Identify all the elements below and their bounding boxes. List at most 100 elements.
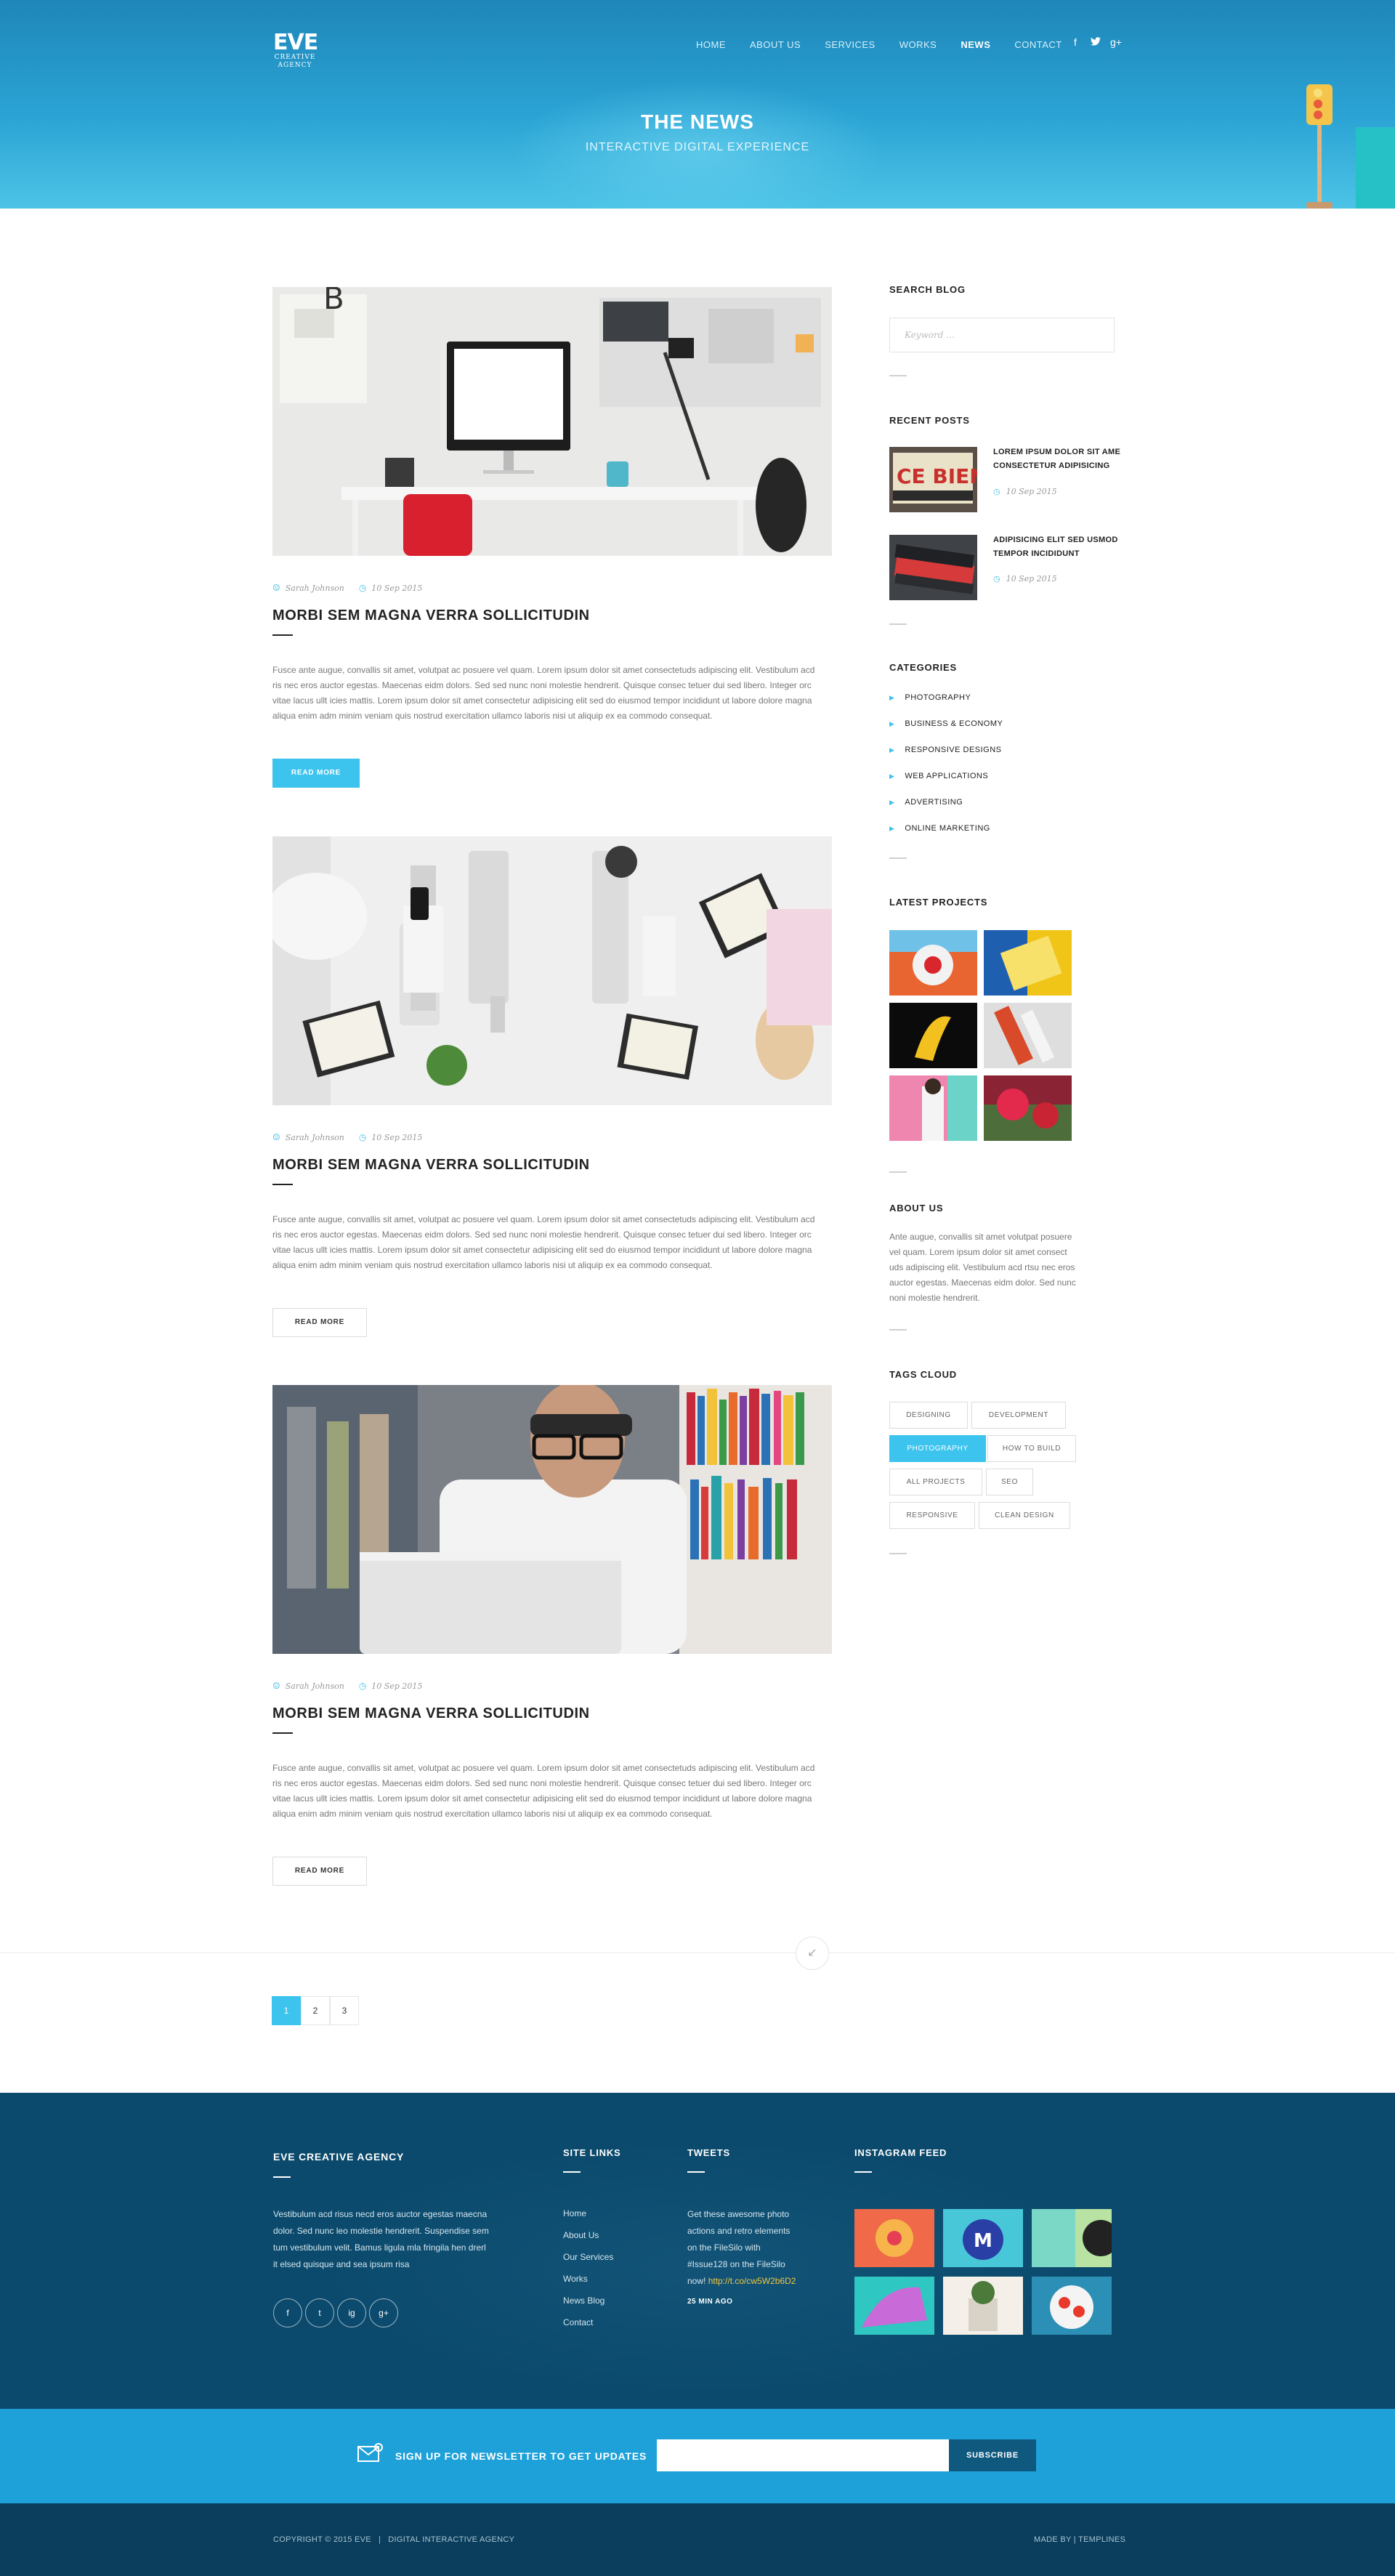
recent-post-title[interactable]: LOREM IPSUM DOLOR SIT AME CONSECTETUR ADI…: [993, 445, 1124, 473]
post-image-man-laptop[interactable]: [272, 1385, 832, 1654]
category-item[interactable]: ▶ WEB APPLICATIONS: [889, 772, 988, 780]
nav-works[interactable]: WORKS: [899, 39, 937, 50]
read-more-button[interactable]: READ MORE: [272, 1308, 367, 1337]
post-author[interactable]: Sarah Johnson: [286, 1133, 344, 1142]
tag-clean-design[interactable]: CLEAN DESIGN: [979, 1502, 1070, 1529]
tag-photography[interactable]: PHOTOGRAPHY: [889, 1435, 986, 1462]
latest-projects-heading: LATEST PROJECTS: [889, 897, 988, 908]
nav-services[interactable]: SERVICES: [825, 39, 876, 50]
clock-icon: ◷: [993, 574, 1000, 584]
clock-icon: ◷: [993, 487, 1000, 496]
search-blog-heading: SEARCH BLOG: [889, 284, 966, 295]
nav-home[interactable]: HOME: [696, 39, 726, 50]
envelope-icon: [357, 2442, 384, 2463]
caret-right-icon: ▶: [889, 719, 895, 727]
category-item[interactable]: ▶ ONLINE MARKETING: [889, 824, 990, 833]
instagram-thumbnail[interactable]: [854, 2209, 934, 2267]
footer-agency-text: Vestibulum acd risus necd eros auctor eg…: [273, 2209, 489, 2269]
footer-link-services[interactable]: Our Services: [563, 2252, 613, 2262]
project-thumbnail[interactable]: [889, 1075, 977, 1141]
footer-heading-underline: [854, 2171, 872, 2173]
post-excerpt: Fusce ante augue, convallis sit amet, vo…: [272, 1214, 815, 1270]
footer-tweets-heading: TWEETS: [687, 2147, 730, 2158]
made-by-text[interactable]: MADE BY | TEMPLINES: [1034, 2535, 1125, 2544]
footer-google-plus-icon[interactable]: g+: [369, 2298, 398, 2327]
tag-all-projects[interactable]: ALL PROJECTS: [889, 1469, 982, 1495]
post-author[interactable]: Sarah Johnson: [286, 584, 344, 593]
page-1-button[interactable]: 1: [272, 1996, 301, 2025]
tag-responsive[interactable]: RESPONSIVE: [889, 1502, 975, 1529]
recent-post-thumbnail[interactable]: CE BIEN: [889, 447, 987, 512]
user-icon: ☺: [272, 1132, 280, 1142]
clock-icon: ◷: [358, 1681, 367, 1691]
recent-post-thumbnail[interactable]: [889, 535, 977, 600]
instagram-thumbnail[interactable]: [854, 2277, 934, 2335]
post-date: 10 Sep 2015: [371, 583, 423, 593]
footer-instagram-icon[interactable]: ig: [337, 2298, 366, 2327]
tag-how-to-build[interactable]: HOW TO BUILD: [987, 1435, 1076, 1462]
post-excerpt: Fusce ante augue, convallis sit amet, vo…: [272, 1763, 815, 1819]
title-underline: [272, 634, 293, 636]
post-author[interactable]: Sarah Johnson: [286, 1681, 344, 1691]
project-thumbnail[interactable]: [889, 1003, 977, 1068]
arrow-down-left-icon[interactable]: ↙: [796, 1937, 829, 1970]
post-title[interactable]: MORBI SEM MAGNA VERRA SOLLICITUDIN: [272, 1705, 590, 1722]
page-2-button[interactable]: 2: [301, 1996, 330, 2025]
post-title[interactable]: MORBI SEM MAGNA VERRA SOLLICITUDIN: [272, 607, 590, 624]
svg-text:B: B: [323, 287, 344, 316]
recent-post-title[interactable]: ADIPISICING ELIT SED USMOD TEMPOR INCIDID…: [993, 533, 1124, 561]
footer-link-contact[interactable]: Contact: [563, 2317, 593, 2327]
facebook-icon[interactable]: f: [1070, 36, 1081, 48]
read-more-button[interactable]: READ MORE: [272, 1857, 367, 1886]
tag-designing[interactable]: DESIGNING: [889, 1402, 968, 1429]
logo-line-2: AGENCY: [278, 62, 312, 69]
instagram-thumbnail[interactable]: [943, 2277, 1023, 2335]
section-divider: [889, 623, 907, 625]
tweet-link[interactable]: http://t.co/cw5W2b6D2: [708, 2276, 796, 2286]
footer-link-works[interactable]: Works: [563, 2274, 588, 2284]
category-item[interactable]: ▶ PHOTOGRAPHY: [889, 693, 971, 702]
newsletter-email-input[interactable]: [657, 2439, 949, 2471]
instagram-thumbnail[interactable]: [1032, 2209, 1112, 2267]
user-icon: ☺: [272, 1681, 280, 1691]
user-icon: ☺: [272, 583, 280, 593]
tweet-time: 25 MIN AGO: [687, 2298, 733, 2306]
footer-twitter-icon[interactable]: t: [305, 2298, 334, 2327]
clock-icon: ◷: [358, 1132, 367, 1142]
search-input[interactable]: Keyword ...: [889, 318, 1115, 352]
nav-news[interactable]: NEWS: [961, 39, 990, 50]
project-thumbnail[interactable]: [984, 1003, 1072, 1068]
google-plus-icon[interactable]: g+: [1110, 36, 1122, 48]
brand-logo[interactable]: EVE CREATIVE AGENCY: [273, 32, 318, 80]
post-image-desk[interactable]: B: [272, 287, 832, 556]
footer-facebook-icon[interactable]: f: [273, 2298, 302, 2327]
post-title[interactable]: MORBI SEM MAGNA VERRA SOLLICITUDIN: [272, 1157, 590, 1174]
project-thumbnail[interactable]: [984, 1075, 1072, 1141]
category-item[interactable]: ▶ RESPONSIVE DESIGNS: [889, 746, 1002, 754]
instagram-thumbnail[interactable]: M: [943, 2209, 1023, 2267]
footer-link-home[interactable]: Home: [563, 2208, 586, 2218]
read-more-button[interactable]: READ MORE: [272, 759, 360, 788]
footer-link-about[interactable]: About Us: [563, 2230, 599, 2240]
teal-cup-illustration: [1356, 127, 1395, 209]
footer-link-news-blog[interactable]: News Blog: [563, 2296, 604, 2306]
post-image-workspace[interactable]: [272, 836, 832, 1105]
categories-heading: CATEGORIES: [889, 662, 957, 673]
footer-instagram-heading: INSTAGRAM FEED: [854, 2147, 947, 2158]
page-3-button[interactable]: 3: [330, 1996, 359, 2025]
tag-seo[interactable]: SEO: [986, 1469, 1033, 1495]
category-item[interactable]: ▶ BUSINESS & ECONOMY: [889, 719, 1003, 728]
recent-post-date: ◷ 10 Sep 2015: [993, 487, 1057, 496]
project-thumbnail[interactable]: [984, 930, 1072, 996]
subscribe-button[interactable]: SUBSCRIBE: [949, 2439, 1036, 2471]
nav-about-us[interactable]: ABOUT US: [750, 39, 801, 50]
instagram-thumbnail[interactable]: [1032, 2277, 1112, 2335]
section-divider: [889, 1553, 907, 1554]
section-divider: [889, 375, 907, 376]
header-social: f g+: [1070, 36, 1122, 48]
nav-contact[interactable]: CONTACT: [1014, 39, 1062, 50]
tag-development[interactable]: DEVELOPMENT: [971, 1402, 1066, 1429]
twitter-icon[interactable]: [1090, 36, 1101, 48]
project-thumbnail[interactable]: [889, 930, 977, 996]
category-item[interactable]: ▶ ADVERTISING: [889, 798, 963, 807]
